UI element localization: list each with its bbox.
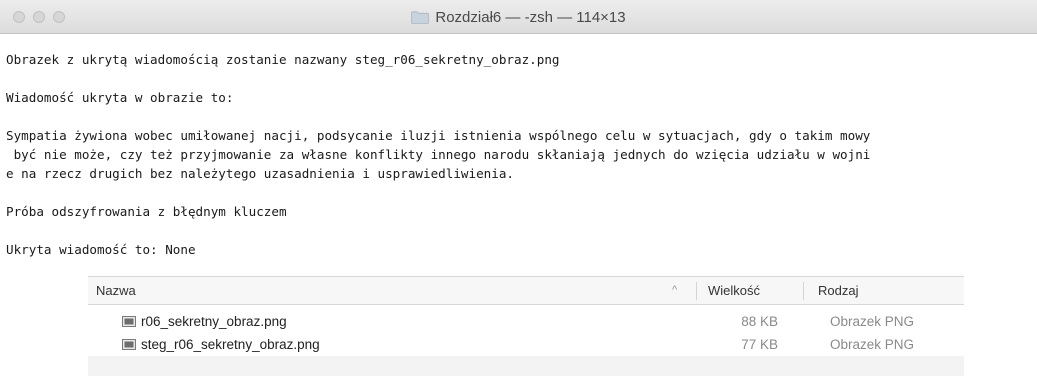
terminal-line: Wiadomość ukryta w obrazie to: xyxy=(6,90,234,105)
png-file-icon xyxy=(122,339,136,350)
window-title-bar[interactable]: Rozdział6 — -zsh — 114×13 xyxy=(0,0,1037,34)
sort-ascending-icon[interactable]: ^ xyxy=(672,277,677,304)
terminal-line: Próba odszyfrowania z błędnym kluczem xyxy=(6,204,287,219)
folder-icon xyxy=(411,10,430,24)
column-divider[interactable] xyxy=(803,282,804,300)
terminal-line: Obrazek z ukrytą wiadomością zostanie na… xyxy=(6,52,560,67)
file-kind: Obrazek PNG xyxy=(830,314,915,329)
column-header-name[interactable]: Nazwa xyxy=(96,277,136,304)
file-size: 77 KB xyxy=(741,337,778,352)
column-header-size[interactable]: Wielkość xyxy=(708,277,760,304)
file-name: steg_r06_sekretny_obraz.png xyxy=(141,337,320,352)
file-row[interactable]: r06_sekretny_obraz.png 88 KB Obrazek PNG xyxy=(88,310,964,333)
column-divider[interactable] xyxy=(696,282,697,300)
terminal-line: Ukryta wiadomość to: None xyxy=(6,242,196,257)
file-row[interactable]: steg_r06_sekretny_obraz.png 77 KB Obraze… xyxy=(88,333,964,356)
terminal-line: być nie może, czy też przyjmowanie za wł… xyxy=(6,147,871,162)
file-kind: Obrazek PNG xyxy=(830,337,915,352)
empty-row xyxy=(88,356,964,376)
terminal-line: e na rzecz drugich bez należytego uzasad… xyxy=(6,166,514,181)
column-header-kind[interactable]: Rodzaj xyxy=(818,277,858,304)
file-list-header: Nazwa ^ Wielkość Rodzaj xyxy=(88,276,964,305)
png-file-icon xyxy=(122,316,136,327)
window-title: Rozdział6 — -zsh — 114×13 xyxy=(0,0,1037,34)
file-size: 88 KB xyxy=(741,314,778,329)
file-name: r06_sekretny_obraz.png xyxy=(141,314,287,329)
file-list: Nazwa ^ Wielkość Rodzaj r06_sekretny_obr… xyxy=(88,276,964,376)
terminal-line: Sympatia żywiona wobec umiłowanej nacji,… xyxy=(6,128,871,143)
terminal-output[interactable]: Obrazek z ukrytą wiadomością zostanie na… xyxy=(6,50,1037,259)
window-title-text: Rozdział6 — -zsh — 114×13 xyxy=(435,8,626,26)
